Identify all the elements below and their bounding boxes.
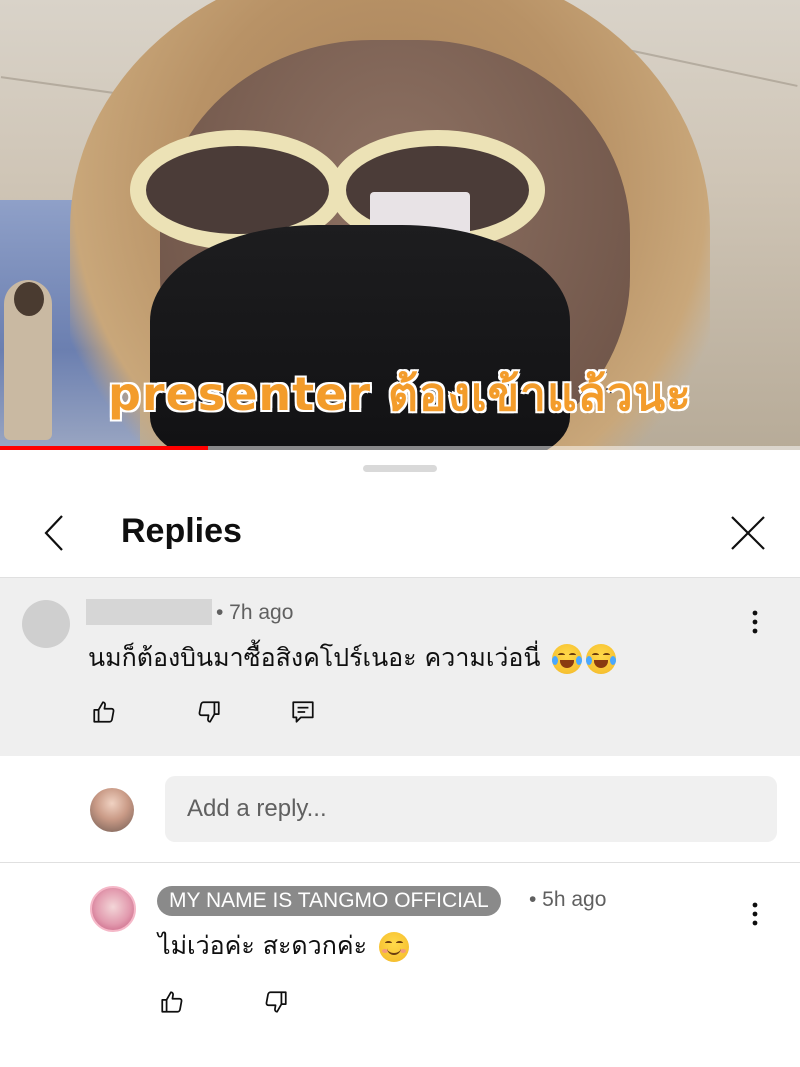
chevron-left-icon [44, 515, 63, 551]
reply-text-body: ไม่เว่อค่ะ สะดวกค่ะ [158, 931, 367, 960]
thumbs-down-icon [265, 991, 287, 1013]
reply-button[interactable] [285, 694, 321, 730]
smiling-face-emoji-icon [378, 932, 409, 962]
current-user-avatar [90, 788, 134, 832]
reply-text: ไม่เว่อค่ะ สะดวกค่ะ [158, 926, 409, 966]
replies-sheet: Replies • 7h ago นมก็ต้องบินมาซื้อสิงคโป… [0, 450, 800, 1067]
background-person-head [14, 282, 44, 316]
parent-comment: • 7h ago นมก็ต้องบินมาซื้อสิงคโปร์เนอะ ค… [0, 578, 800, 756]
laughing-tears-emoji-icon [552, 644, 583, 674]
video-player[interactable]: presenter ต้องเข้าแล้วนะ [0, 0, 800, 450]
comment-text-body: นมก็ต้องบินมาซื้อสิงคโปร์เนอะ ความเว่อนี… [88, 643, 541, 672]
thumbs-up-icon [93, 701, 115, 723]
reply-timestamp: • 5h ago [529, 888, 607, 911]
sheet-title: Replies [121, 512, 242, 550]
reply-comment: MY NAME IS TANGMO OFFICIAL • 5h ago ไม่เ… [0, 864, 800, 1067]
comment-text: นมก็ต้องบินมาซื้อสิงคโปร์เนอะ ความเว่อนี… [88, 638, 617, 678]
like-button[interactable] [86, 694, 122, 730]
sheet-header: Replies [0, 490, 800, 576]
reply-input[interactable] [165, 776, 777, 842]
comment-more-button[interactable] [740, 602, 770, 642]
more-vert-icon [752, 902, 758, 926]
close-icon [731, 516, 765, 550]
composer-divider [0, 862, 800, 863]
commenter-avatar[interactable] [22, 600, 70, 648]
redacted-author-name [86, 599, 212, 625]
like-button[interactable] [154, 984, 190, 1020]
author-name-badge[interactable]: MY NAME IS TANGMO OFFICIAL [157, 886, 501, 916]
dislike-button[interactable] [191, 694, 227, 730]
comment-icon [292, 701, 314, 723]
thumbs-down-icon [198, 701, 220, 723]
video-caption: presenter ต้องเข้าแล้วนะ [107, 366, 693, 423]
reply-composer [0, 756, 800, 862]
more-vert-icon [752, 610, 758, 634]
close-button[interactable] [724, 508, 772, 558]
drag-handle[interactable] [363, 465, 437, 472]
reply-more-button[interactable] [740, 894, 770, 934]
dislike-button[interactable] [258, 984, 294, 1020]
comment-timestamp: • 7h ago [216, 601, 294, 624]
author-avatar[interactable] [90, 886, 136, 932]
thumbs-up-icon [161, 991, 183, 1013]
back-button[interactable] [34, 508, 74, 558]
laughing-tears-emoji-icon [586, 644, 617, 674]
